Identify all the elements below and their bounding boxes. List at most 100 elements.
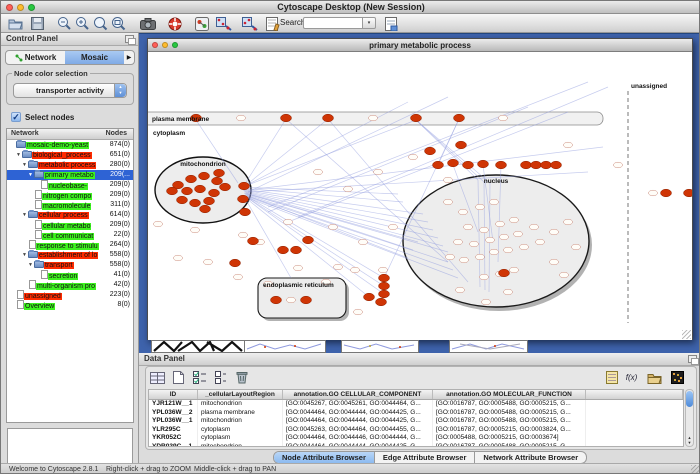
graph-node-unselected[interactable] [464,224,473,230]
tree-row[interactable]: Overview8(0) [7,300,133,310]
graph-node-unselected[interactable] [287,297,296,303]
graph-node-selected[interactable] [456,141,467,149]
graph-node-selected[interactable] [271,296,282,304]
graph-node-selected[interactable] [240,208,251,216]
graph-node-selected[interactable] [209,189,220,197]
graph-node-unselected[interactable] [504,289,513,295]
nucleus-region[interactable] [403,175,589,307]
vizmapper-icon[interactable] [193,15,210,32]
attribute-table-header[interactable]: ID_cellularLayoutRegionannotation.GO CEL… [149,390,683,400]
graph-node-unselected[interactable] [334,264,343,270]
attribute-matrix-icon[interactable] [669,369,686,386]
tab-node-attribute-browser[interactable]: Node Attribute Browser [274,452,375,463]
graph-node-unselected[interactable] [389,224,398,230]
node-color-dropdown[interactable]: transporter activity ▲▼ [13,83,127,98]
graph-node-selected[interactable] [195,185,206,193]
tree-row[interactable]: nucleobase-209(0) [7,180,133,190]
float-panel-icon[interactable] [688,355,697,363]
graph-node-unselected[interactable] [480,274,489,280]
tree-row[interactable]: cellular metabo209(0) [7,220,133,230]
graph-node-selected[interactable] [301,296,312,304]
tree-row[interactable]: ▼transport558(0) [7,260,133,270]
delete-attribute-icon[interactable] [233,369,250,386]
graph-node-unselected[interactable] [454,239,463,245]
graph-node-selected[interactable] [238,195,249,203]
graph-node-selected[interactable] [212,177,223,185]
tab-overflow-arrow-icon[interactable]: ▶ [124,51,134,64]
expand-arrow-icon[interactable]: ▼ [21,160,28,170]
graph-node-selected[interactable] [496,161,507,169]
graph-node-selected[interactable] [239,182,250,190]
graph-node-unselected[interactable] [496,221,505,227]
graph-node-unselected[interactable] [550,229,559,235]
graph-node-unselected[interactable] [456,287,465,293]
graph-node-unselected[interactable] [379,267,388,273]
function-builder-icon[interactable]: f(x) [623,369,640,386]
graph-node-unselected[interactable] [572,244,581,250]
table-row[interactable]: YDR039C__1mitochondrion[GO:0044464, GO:0… [149,443,683,448]
tab-network[interactable]: Network [6,51,65,64]
minimized-network-thumbnail[interactable] [151,340,251,353]
expand-arrow-icon[interactable]: ▼ [15,150,22,160]
graph-node-selected[interactable] [200,205,211,213]
tree-row[interactable]: macromolecule311(0) [7,200,133,210]
app-resize-grip[interactable] [691,465,700,474]
tab-edge-attribute-browser[interactable]: Edge Attribute Browser [375,452,475,463]
column-selector-icon[interactable] [149,369,166,386]
graph-node-selected[interactable] [364,293,375,301]
graph-node-selected[interactable] [230,259,241,267]
graph-node-selected[interactable] [521,161,532,169]
graph-node-unselected[interactable] [470,241,479,247]
tree-row[interactable]: ▼cellular process614(0) [7,210,133,220]
expand-arrow-icon[interactable]: ▼ [21,210,28,220]
layout-network-a-icon[interactable] [215,15,232,32]
expand-arrow-icon[interactable]: ▼ [27,260,34,270]
graph-node-unselected[interactable] [520,244,529,250]
graph-node-unselected[interactable] [560,272,569,278]
graph-node-selected[interactable] [379,290,390,298]
graph-node-unselected[interactable] [499,115,508,121]
graph-node-selected[interactable] [214,169,225,177]
graph-node-selected[interactable] [278,246,289,254]
graph-node-unselected[interactable] [314,169,323,175]
graph-node-unselected[interactable] [510,217,519,223]
search-input[interactable] [303,17,363,29]
minimized-network-thumbnail[interactable] [341,340,419,353]
table-row[interactable]: YJR121W__1mitochondrion[GO:0045267, GO:0… [149,400,683,409]
network-view-window[interactable]: primary metabolic process plasma membran… [147,38,693,340]
table-row[interactable]: YPL036W__2plasma membrane[GO:0044464, GO… [149,409,683,418]
graph-node-selected[interactable] [167,187,178,195]
graph-node-selected[interactable] [220,183,231,191]
graph-node-unselected[interactable] [490,199,499,205]
graph-node-unselected[interactable] [486,237,495,243]
minimized-network-thumbnail[interactable] [449,340,528,353]
graph-node-selected[interactable] [281,114,292,122]
graph-node-unselected[interactable] [550,259,559,265]
graph-node-unselected[interactable] [409,154,418,160]
scrollbar-thumb[interactable] [686,391,693,407]
table-row[interactable]: YKR052Ccytoplasm[GO:0044464, GO:0044446,… [149,434,683,443]
tree-header[interactable]: Network Nodes [7,129,133,140]
import-table-icon[interactable] [383,15,400,32]
graph-node-unselected[interactable] [476,204,485,210]
graph-node-unselected[interactable] [444,199,453,205]
graph-node-unselected[interactable] [649,190,658,196]
tree-row[interactable]: ▼metabolic process280(0) [7,160,133,170]
graph-node-unselected[interactable] [490,249,499,255]
import-attributes-icon[interactable] [646,369,663,386]
window-resize-grip[interactable] [682,330,691,339]
graph-node-selected[interactable] [248,237,259,245]
graph-node-selected[interactable] [463,161,474,169]
graph-node-unselected[interactable] [234,274,243,280]
graph-node-selected[interactable] [186,175,197,183]
graph-node-selected[interactable] [478,160,489,168]
graph-node-unselected[interactable] [237,115,246,121]
graph-node-selected[interactable] [204,197,215,205]
graph-node-unselected[interactable] [239,232,248,238]
tree-row[interactable]: mosaic-demo-yeast874(0) [7,140,133,150]
search-dropdown-icon[interactable]: ▾ [363,17,376,29]
table-row[interactable]: YLR295Ccytoplasm[GO:0045263, GO:0044464,… [149,426,683,435]
graph-node-unselected[interactable] [480,227,489,233]
open-session-icon[interactable] [7,15,24,32]
graph-node-selected[interactable] [177,196,188,204]
